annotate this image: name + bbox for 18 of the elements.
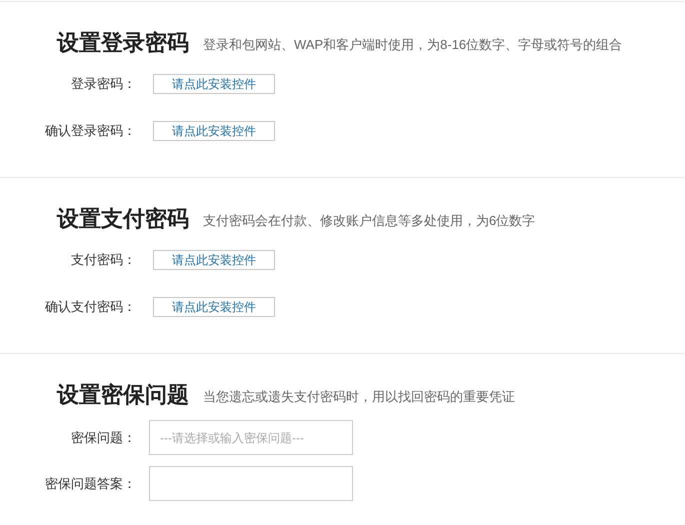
field-label: 支付密码： (70, 251, 137, 270)
field-label: 登录密码： (70, 75, 137, 94)
field-label: 确认登录密码： (44, 122, 137, 140)
input-field[interactable] (149, 466, 353, 501)
section-description: 当您遗忘或遗失支付密码时，用以找回密码的重要凭证 (203, 388, 515, 406)
section-title: 设置支付密码 (57, 205, 189, 233)
install-control-button[interactable]: 请点此安装控件 (153, 250, 275, 270)
section-title: 设置登录密码 (57, 29, 189, 57)
section-description: 登录和包网站、WAP和客户端时使用，为8-16位数字、字母或符号的组合 (203, 36, 622, 54)
field-label: 密保问题： (70, 428, 137, 447)
section-description: 支付密码会在付款、修改账户信息等多处使用，为6位数字 (203, 212, 536, 230)
field-label: 密保问题答案： (44, 474, 137, 493)
section-title: 设置密保问题 (57, 381, 189, 409)
install-control-button[interactable]: 请点此安装控件 (153, 74, 275, 94)
input-field[interactable]: ---请选择或输入密保问题--- (149, 420, 353, 455)
field-label: 确认支付密码： (44, 298, 137, 316)
install-control-button[interactable]: 请点此安装控件 (153, 297, 275, 317)
install-control-button[interactable]: 请点此安装控件 (153, 121, 275, 141)
